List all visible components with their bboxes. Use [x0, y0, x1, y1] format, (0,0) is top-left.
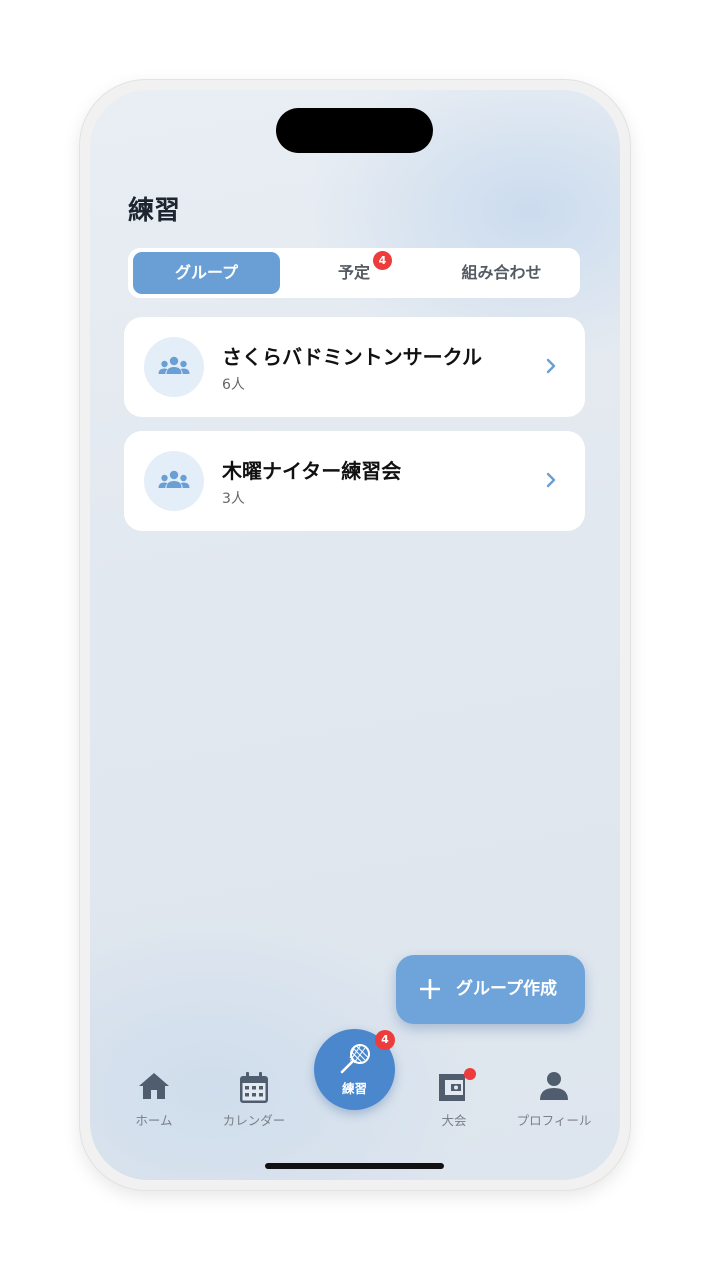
member-count: 6人 [222, 377, 245, 393]
group-avatar [144, 451, 204, 511]
tournament-notification-dot [464, 1068, 476, 1080]
group-card[interactable]: 木曜ナイター練習会 3人 [124, 431, 585, 531]
home-indicator [265, 1163, 444, 1169]
group-name: 木曜ナイター練習会 [222, 459, 402, 483]
tab-calendar[interactable]: カレンダー [204, 1070, 304, 1130]
home-icon [139, 1073, 169, 1099]
page-title: 練習 [128, 196, 181, 226]
badminton-racket-icon [340, 1044, 370, 1074]
person-icon [540, 1072, 568, 1100]
tab-calendar-label: カレンダー [222, 1113, 286, 1128]
dynamic-island [276, 108, 433, 153]
tab-schedule[interactable]: 予定 [282, 252, 426, 294]
tab-home[interactable]: ホーム [104, 1070, 204, 1130]
app-screen: 練習 グループ 予定 4 組み合わせ さくらバドミントンサークル 6人 木曜ナイ… [90, 90, 620, 1180]
chevron-right-icon [546, 472, 556, 488]
chevron-right-icon [546, 358, 556, 374]
segmented-control: グループ 予定 4 組み合わせ [128, 248, 580, 298]
tab-profile-label: プロフィール [516, 1113, 592, 1128]
tab-profile[interactable]: プロフィール [504, 1070, 604, 1130]
member-count: 3人 [222, 491, 245, 507]
tab-pairings[interactable]: 組み合わせ [428, 252, 575, 294]
tab-groups[interactable]: グループ [133, 252, 280, 294]
group-name: さくらバドミントンサークル [222, 345, 482, 369]
group-avatar [144, 337, 204, 397]
create-group-label: グループ作成 [456, 979, 557, 999]
tab-home-label: ホーム [135, 1113, 173, 1128]
group-icon [158, 470, 190, 488]
group-icon [158, 356, 190, 374]
schedule-badge: 4 [373, 251, 392, 270]
practice-badge: 4 [375, 1030, 395, 1050]
phone-frame: 練習 グループ 予定 4 組み合わせ さくらバドミントンサークル 6人 木曜ナイ… [80, 80, 630, 1190]
tab-tournament-label: 大会 [441, 1113, 467, 1128]
group-card[interactable]: さくらバドミントンサークル 6人 [124, 317, 585, 417]
tab-tournament[interactable]: 大会 [404, 1068, 504, 1130]
tab-practice-label: 練習 [341, 1081, 367, 1096]
create-group-button[interactable]: グループ作成 [396, 955, 585, 1024]
calendar-icon [240, 1072, 268, 1103]
plus-icon [420, 979, 440, 999]
